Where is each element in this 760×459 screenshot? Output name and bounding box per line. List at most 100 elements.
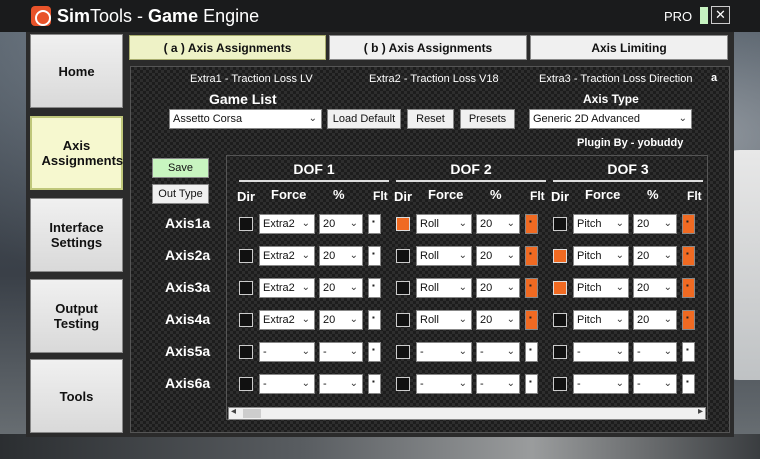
tab-axis-limiting[interactable]: Axis Limiting	[530, 35, 728, 60]
dof-1-force-select[interactable]: - ⌄	[259, 342, 315, 362]
dof-2-filter-toggle[interactable]	[525, 214, 538, 234]
dof-2-percent-select[interactable]: - ⌄	[476, 342, 520, 362]
pro-label: PRO	[664, 9, 693, 24]
dof-2-percent-select[interactable]: 20 ⌄	[476, 310, 520, 330]
tab-a-axis-assignments[interactable]: ( a ) Axis Assignments	[129, 35, 326, 60]
dof-1-force-select[interactable]: Extra2 ⌄	[259, 278, 315, 298]
dof-3-force-select[interactable]: - ⌄	[573, 342, 629, 362]
dof-2-dir-checkbox[interactable]	[396, 377, 410, 391]
dof-2-force-select[interactable]: Roll ⌄	[416, 278, 472, 298]
chevron-down-icon: ⌄	[301, 250, 310, 261]
sidebar-item-tools[interactable]: Tools	[30, 359, 123, 433]
dof-3-force-select[interactable]: Pitch ⌄	[573, 310, 629, 330]
dof-3-percent-select[interactable]: 20 ⌄	[633, 310, 677, 330]
dof-2-percent-select[interactable]: 20 ⌄	[476, 278, 520, 298]
dof-3-filter-toggle[interactable]	[682, 342, 695, 362]
dof-1-percent-select[interactable]: 20 ⌄	[319, 278, 363, 298]
chevron-down-icon: ⌄	[458, 378, 467, 389]
dof-3-percent-select[interactable]: 20 ⌄	[633, 214, 677, 234]
dof-1-percent-select[interactable]: - ⌄	[319, 342, 363, 362]
sidebar-item-output-testing[interactable]: Output Testing	[30, 279, 123, 353]
dof-3-dir-checkbox[interactable]	[553, 217, 567, 231]
dof-1-dir-checkbox[interactable]	[239, 313, 253, 327]
dof-2-dir-checkbox[interactable]	[396, 249, 410, 263]
dof-1-filter-toggle[interactable]	[368, 310, 381, 330]
presets-button[interactable]: Presets	[460, 109, 515, 129]
dof-3-filter-toggle[interactable]	[682, 310, 695, 330]
dof-2-dir-checkbox[interactable]	[396, 217, 410, 231]
dof-3-filter-toggle[interactable]	[682, 246, 695, 266]
dof-3-force-select[interactable]: - ⌄	[573, 374, 629, 394]
load-default-button[interactable]: Load Default	[327, 109, 401, 129]
dof-3-dir-checkbox[interactable]	[553, 281, 567, 295]
dof-1-force-select[interactable]: Extra2 ⌄	[259, 310, 315, 330]
save-button[interactable]: Save	[152, 158, 209, 178]
dof-2-filter-toggle[interactable]	[525, 310, 538, 330]
chevron-down-icon: ⌄	[678, 113, 687, 124]
dof-3-percent-select[interactable]: - ⌄	[633, 342, 677, 362]
dof-2-dir-checkbox[interactable]	[396, 345, 410, 359]
chevron-down-icon: ⌄	[458, 282, 467, 293]
dof-1-filter-toggle[interactable]	[368, 246, 381, 266]
dof-1-dir-checkbox[interactable]	[239, 249, 253, 263]
dof-2-filter-toggle[interactable]	[525, 374, 538, 394]
dof-1-percent-select[interactable]: 20 ⌄	[319, 246, 363, 266]
dof-2-percent-select[interactable]: 20 ⌄	[476, 214, 520, 234]
dof-3-force-select[interactable]: Pitch ⌄	[573, 278, 629, 298]
horizontal-scrollbar[interactable]: ◂ ▸	[228, 406, 706, 420]
dof-3-dir-checkbox[interactable]	[553, 313, 567, 327]
dof-3-dir-checkbox[interactable]	[553, 345, 567, 359]
dof-2-force-select[interactable]: Roll ⌄	[416, 310, 472, 330]
dof-3-filter-toggle[interactable]	[682, 374, 695, 394]
chevron-right-icon[interactable]: ▸	[698, 406, 703, 417]
dof-3-force-select[interactable]: Pitch ⌄	[573, 246, 629, 266]
scrollbar-thumb[interactable]	[243, 409, 261, 418]
dof-3-dir-checkbox[interactable]	[553, 377, 567, 391]
dof-2-filter-toggle[interactable]	[525, 246, 538, 266]
dof-1-dir-checkbox[interactable]	[239, 217, 253, 231]
dof-2-force-select[interactable]: - ⌄	[416, 374, 472, 394]
dof-2-filter-toggle[interactable]	[525, 342, 538, 362]
dof-3-percent-select[interactable]: 20 ⌄	[633, 278, 677, 298]
dof-1-percent-select[interactable]: - ⌄	[319, 374, 363, 394]
dof-1-percent-select[interactable]: 20 ⌄	[319, 214, 363, 234]
axis-type-select[interactable]: Generic 2D Advanced ⌄	[529, 109, 692, 129]
dof-2-percent-select[interactable]: 20 ⌄	[476, 246, 520, 266]
chevron-left-icon[interactable]: ◂	[231, 406, 236, 417]
chevron-down-icon: ⌄	[458, 346, 467, 357]
dof-3-filter-toggle[interactable]	[682, 278, 695, 298]
sidebar-item-home[interactable]: Home	[30, 34, 123, 108]
dof-2-percent-select[interactable]: - ⌄	[476, 374, 520, 394]
dof-1-filter-toggle[interactable]	[368, 342, 381, 362]
dof-1-filter-toggle[interactable]	[368, 374, 381, 394]
dof-3-force-select[interactable]: Pitch ⌄	[573, 214, 629, 234]
tab-b-axis-assignments[interactable]: ( b ) Axis Assignments	[329, 35, 527, 60]
dof-2-force-select[interactable]: Roll ⌄	[416, 214, 472, 234]
dof-1-force-select[interactable]: Extra2 ⌄	[259, 246, 315, 266]
out-type-button[interactable]: Out Type	[152, 184, 209, 204]
dof-3-dir-checkbox[interactable]	[553, 249, 567, 263]
dof-2-dir-checkbox[interactable]	[396, 313, 410, 327]
sidebar-item-interface-settings[interactable]: Interface Settings	[30, 198, 123, 272]
dof-1-force-select[interactable]: - ⌄	[259, 374, 315, 394]
dof-1-filter-toggle[interactable]	[368, 214, 381, 234]
dof-3-percent-select[interactable]: - ⌄	[633, 374, 677, 394]
dof-1-dir-checkbox[interactable]	[239, 377, 253, 391]
dof-1-dir-checkbox[interactable]	[239, 345, 253, 359]
dof-2-force-select[interactable]: - ⌄	[416, 342, 472, 362]
dof-1-filter-toggle[interactable]	[368, 278, 381, 298]
dof-1-force-select[interactable]: Extra2 ⌄	[259, 214, 315, 234]
dof-2-filter-toggle[interactable]	[525, 278, 538, 298]
dof-3-percent-select[interactable]: 20 ⌄	[633, 246, 677, 266]
close-button[interactable]: ✕	[711, 6, 730, 24]
dof-1-percent-select[interactable]: 20 ⌄	[319, 310, 363, 330]
dof-2-title: DOF 2	[450, 161, 492, 177]
dof-1-dir-checkbox[interactable]	[239, 281, 253, 295]
chevron-down-icon: ⌄	[506, 314, 515, 325]
reset-button[interactable]: Reset	[407, 109, 454, 129]
dof-3-filter-toggle[interactable]	[682, 214, 695, 234]
dof-2-force-select[interactable]: Roll ⌄	[416, 246, 472, 266]
dof-2-dir-checkbox[interactable]	[396, 281, 410, 295]
sidebar-item-axis-assignments[interactable]: Axis Assignments	[30, 116, 123, 190]
game-list-select[interactable]: Assetto Corsa ⌄	[169, 109, 322, 129]
